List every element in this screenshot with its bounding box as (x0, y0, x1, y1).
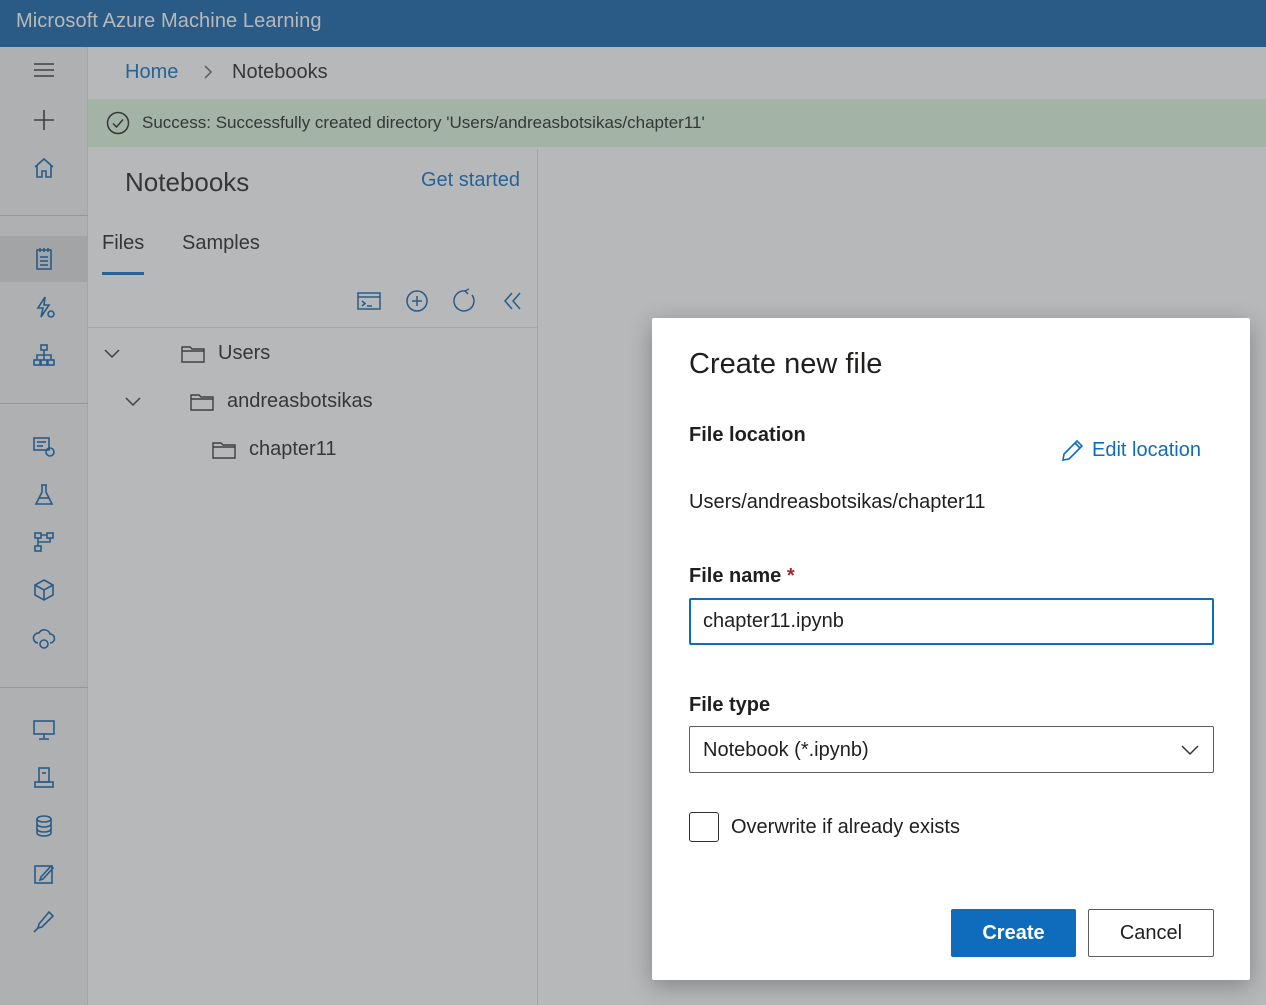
dialog-title: Create new file (689, 348, 883, 380)
file-type-selected: Notebook (*.ipynb) (703, 739, 869, 761)
file-type-dropdown[interactable]: Notebook (*.ipynb) (689, 726, 1214, 773)
create-file-dialog: Create new file File location Edit locat… (652, 318, 1250, 980)
overwrite-label[interactable]: Overwrite if already exists (731, 816, 960, 839)
file-location-label: File location (689, 424, 806, 446)
edit-location-label: Edit location (1092, 438, 1201, 461)
file-name-input[interactable] (689, 598, 1214, 645)
cancel-button[interactable]: Cancel (1088, 909, 1214, 957)
create-button[interactable]: Create (951, 909, 1076, 957)
chevron-down-icon (1181, 745, 1199, 756)
file-name-label: File name * (689, 565, 795, 588)
file-type-label: File type (689, 694, 771, 716)
pencil-icon (1062, 439, 1084, 461)
required-marker: * (786, 565, 795, 587)
overwrite-checkbox[interactable] (689, 812, 719, 842)
file-location-value: Users/andreasbotsikas/chapter11 (689, 491, 986, 513)
file-name-label-text: File name (689, 565, 782, 587)
edit-location-link[interactable]: Edit location (1060, 437, 1201, 463)
